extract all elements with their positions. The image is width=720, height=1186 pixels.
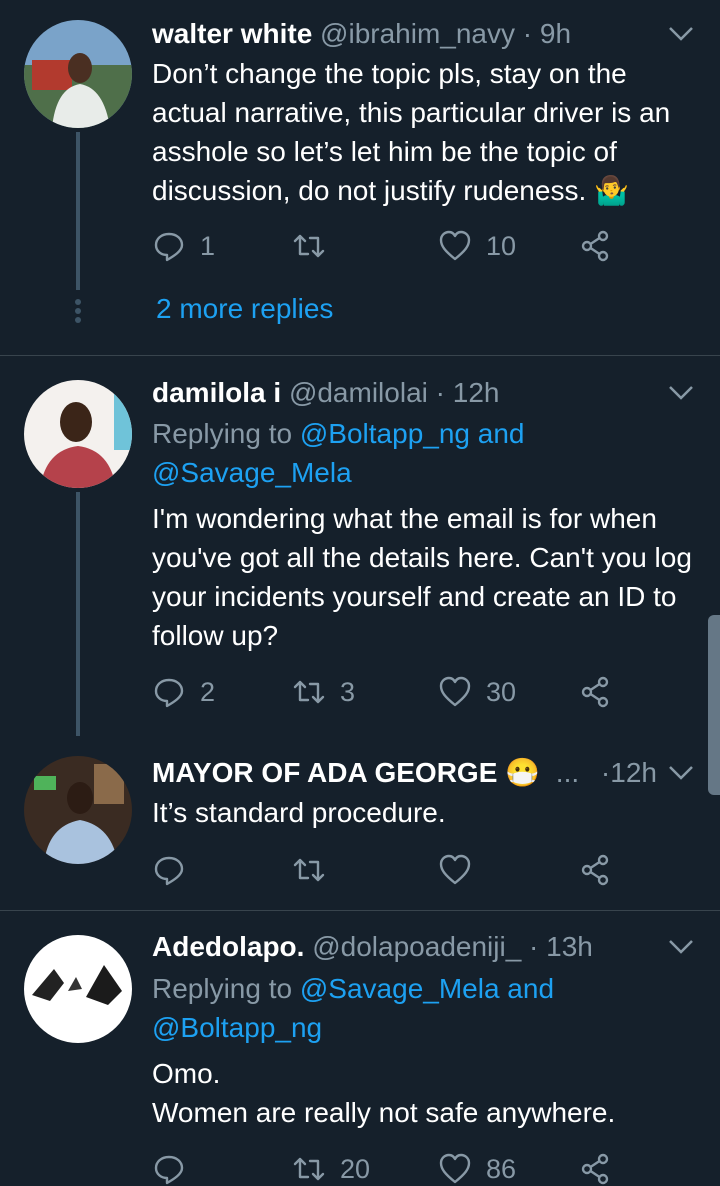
reply-button[interactable]: 2 bbox=[152, 675, 215, 709]
share-icon bbox=[581, 1153, 609, 1185]
author-name[interactable]: Adedolapo. bbox=[152, 931, 304, 962]
timestamp[interactable]: 9h bbox=[540, 18, 571, 49]
action-bar bbox=[152, 853, 622, 887]
tweet[interactable]: damilola i @damilolai · 12h Replying to … bbox=[0, 356, 720, 736]
scrollbar[interactable] bbox=[708, 615, 720, 795]
heart-icon bbox=[439, 1153, 471, 1184]
separator-dot: · bbox=[522, 18, 533, 49]
chevron-down-icon[interactable] bbox=[668, 385, 694, 401]
reply-button[interactable] bbox=[152, 1152, 186, 1186]
share-icon bbox=[581, 230, 609, 262]
like-button[interactable] bbox=[438, 853, 472, 887]
author-name[interactable]: damilola i bbox=[152, 377, 281, 408]
chevron-down-icon[interactable] bbox=[668, 939, 694, 955]
action-bar: 2 3 30 bbox=[152, 675, 622, 709]
separator-dot: · bbox=[435, 377, 445, 408]
share-button[interactable] bbox=[578, 675, 612, 709]
reply-button[interactable] bbox=[152, 853, 186, 887]
like-button[interactable]: 30 bbox=[438, 675, 516, 709]
like-button[interactable]: 10 bbox=[438, 229, 516, 263]
replying-and: and bbox=[469, 418, 525, 449]
reply-icon bbox=[154, 856, 184, 886]
retweet-button[interactable] bbox=[292, 229, 340, 263]
replying-to-label: Replying to bbox=[152, 973, 300, 1004]
separator-dot: · bbox=[600, 757, 611, 788]
like-count: 30 bbox=[486, 676, 517, 707]
tweet-text-line: Omo. bbox=[152, 1058, 221, 1089]
tweet[interactable]: MAYOR OF ADA GEORGE 😷 ... ·12h It’s stan… bbox=[0, 736, 720, 910]
heart-icon bbox=[439, 676, 471, 707]
action-bar: 20 86 bbox=[152, 1152, 622, 1186]
retweet-count: 20 bbox=[340, 1153, 371, 1184]
share-button[interactable] bbox=[578, 1152, 612, 1186]
author-handle[interactable]: @dolapoadeniji_ bbox=[312, 931, 521, 962]
reply-icon bbox=[154, 232, 184, 262]
replying-to-label: Replying to bbox=[152, 418, 300, 449]
retweet-button[interactable]: 20 bbox=[292, 1152, 370, 1186]
reply-button[interactable]: 1 bbox=[152, 229, 215, 263]
avatar[interactable] bbox=[24, 20, 132, 128]
retweet-button[interactable] bbox=[292, 853, 326, 887]
mention-link[interactable]: @Boltapp_ng bbox=[300, 418, 470, 449]
replying-to: Replying to @Boltapp_ng and @Savage_Mela bbox=[152, 414, 672, 492]
retweet-icon bbox=[293, 234, 325, 258]
tweet-text: It’s standard procedure. bbox=[152, 797, 446, 828]
tweet-text: Omo. Women are really not safe anywhere. bbox=[152, 1054, 702, 1132]
replying-to: Replying to @Savage_Mela and @Boltapp_ng bbox=[152, 969, 672, 1047]
author-handle[interactable]: @ibrahim_navy bbox=[320, 18, 515, 49]
author-handle[interactable]: @damilolai bbox=[289, 377, 428, 408]
retweet-button[interactable]: 3 bbox=[292, 675, 355, 709]
timestamp[interactable]: 13h bbox=[546, 931, 593, 962]
heart-icon bbox=[439, 854, 471, 885]
share-button[interactable] bbox=[578, 229, 612, 263]
like-count: 10 bbox=[486, 230, 517, 261]
replying-and: and bbox=[499, 973, 555, 1004]
avatar[interactable] bbox=[24, 756, 132, 864]
timestamp[interactable]: 12h bbox=[453, 377, 500, 408]
like-count: 86 bbox=[486, 1153, 517, 1184]
share-button[interactable] bbox=[578, 853, 612, 887]
retweet-icon bbox=[293, 858, 325, 882]
share-icon bbox=[581, 676, 609, 708]
reply-count: 2 bbox=[200, 676, 216, 707]
chevron-down-icon[interactable] bbox=[668, 765, 694, 781]
reply-icon bbox=[154, 678, 184, 708]
retweet-count: 3 bbox=[340, 676, 356, 707]
author-name[interactable]: walter white bbox=[152, 18, 312, 49]
action-bar: 1 10 bbox=[152, 229, 622, 263]
reply-icon bbox=[154, 1155, 184, 1185]
tweet[interactable]: walter white @ibrahim_navy · 9h Don’t ch… bbox=[0, 0, 720, 355]
chevron-down-icon[interactable] bbox=[668, 26, 694, 42]
like-button[interactable]: 86 bbox=[438, 1152, 516, 1186]
tweet[interactable]: Adedolapo. @dolapoadeniji_ · 13h Replyin… bbox=[0, 911, 720, 1185]
tweet-text: I'm wondering what the email is for when… bbox=[152, 503, 692, 651]
timestamp[interactable]: 12h bbox=[610, 757, 657, 788]
tweet-text: Don’t change the topic pls, stay on the … bbox=[152, 58, 671, 206]
retweet-icon bbox=[293, 1157, 325, 1181]
separator-dot: · bbox=[529, 931, 539, 962]
avatar[interactable] bbox=[24, 935, 132, 1043]
mention-link[interactable]: @Savage_Mela bbox=[152, 457, 352, 488]
retweet-icon bbox=[293, 680, 325, 704]
author-name[interactable]: MAYOR OF ADA GEORGE 😷 bbox=[152, 757, 540, 788]
mention-link[interactable]: @Boltapp_ng bbox=[152, 1012, 322, 1043]
truncation-ellipsis: ... bbox=[555, 757, 580, 788]
more-replies-link[interactable]: 2 more replies bbox=[156, 293, 333, 325]
heart-icon bbox=[439, 230, 471, 261]
reply-count: 1 bbox=[200, 230, 216, 261]
mention-link[interactable]: @Savage_Mela bbox=[300, 973, 500, 1004]
tweet-text-line: Women are really not safe anywhere. bbox=[152, 1097, 616, 1128]
avatar[interactable] bbox=[24, 380, 132, 488]
share-icon bbox=[581, 854, 609, 886]
